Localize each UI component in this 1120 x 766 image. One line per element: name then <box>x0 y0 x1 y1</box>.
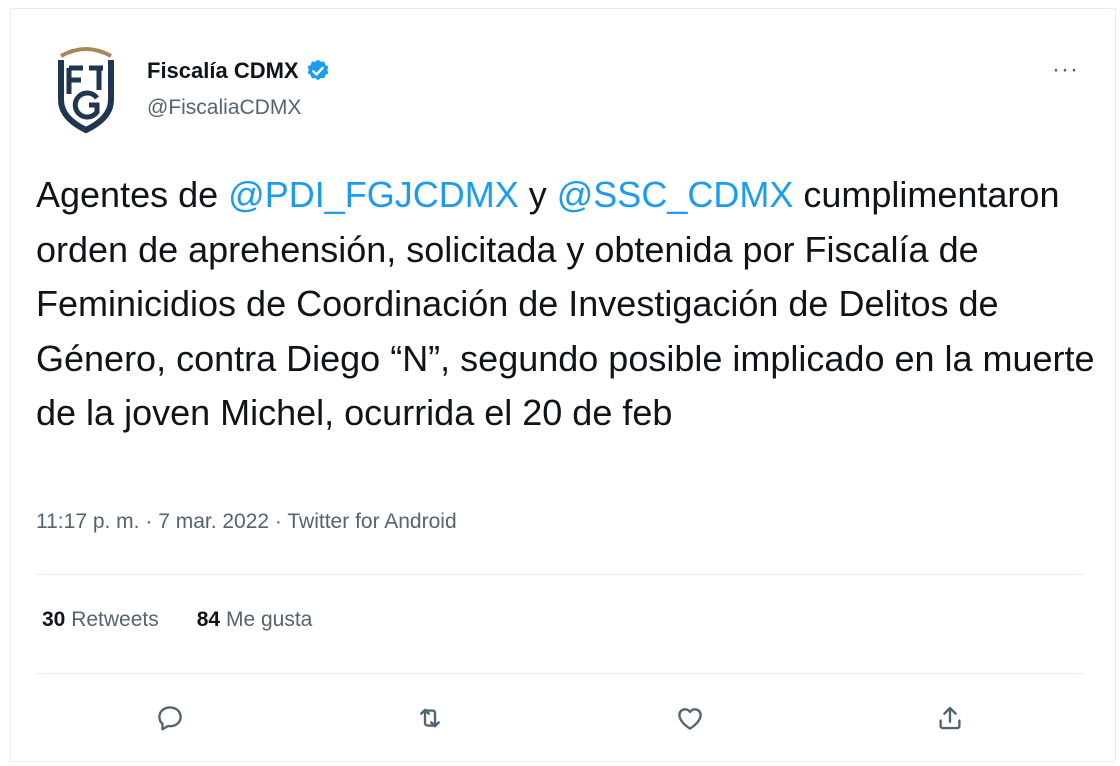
tweet-stats: 30 Retweets 84 Me gusta <box>42 608 312 632</box>
tweet-date[interactable]: 7 mar. 2022 <box>158 510 269 533</box>
mention-link-ssc[interactable]: @SSC_CDMX <box>557 174 794 215</box>
like-icon <box>678 708 702 730</box>
divider <box>36 574 1084 575</box>
meta-separator: · <box>269 510 288 533</box>
retweet-button[interactable] <box>408 696 452 740</box>
like-button[interactable] <box>668 696 712 740</box>
mention-link-pdi[interactable]: @PDI_FGJCDMX <box>228 174 519 215</box>
tweet-text-part: Agentes de <box>36 174 229 215</box>
share-button[interactable] <box>928 696 972 740</box>
tweet-text-part: y <box>518 174 557 215</box>
retweets-stat[interactable]: 30 Retweets <box>42 608 159 632</box>
likes-count: 84 <box>196 608 221 631</box>
divider <box>36 673 1084 674</box>
verified-badge-icon <box>307 59 328 81</box>
reply-button[interactable] <box>148 696 192 740</box>
author-handle[interactable]: @FiscaliaCDMX <box>147 96 301 120</box>
fgj-logo-icon <box>58 47 114 134</box>
tweet-meta: 11:17 p. m. · 7 mar. 2022 · Twitter for … <box>36 510 457 534</box>
tweet-source[interactable]: Twitter for Android <box>287 510 456 533</box>
likes-stat[interactable]: 84 Me gusta <box>197 608 313 632</box>
avatar[interactable] <box>38 38 134 134</box>
author-name[interactable]: Fiscalía CDMX <box>147 58 299 84</box>
tweet-text: Agentes de @PDI_FGJCDMX y @SSC_CDMX cump… <box>36 168 1096 441</box>
likes-label: Me gusta <box>225 608 313 631</box>
meta-separator: · <box>139 510 159 533</box>
reply-icon <box>158 706 182 731</box>
retweets-label: Retweets <box>71 608 159 631</box>
action-bar <box>0 692 1120 744</box>
retweets-count: 30 <box>42 608 66 631</box>
share-icon <box>939 706 961 730</box>
tweet-time[interactable]: 11:17 p. m. <box>36 510 140 533</box>
more-options-icon[interactable]: ··· <box>1052 56 1079 84</box>
retweet-icon <box>420 708 440 728</box>
